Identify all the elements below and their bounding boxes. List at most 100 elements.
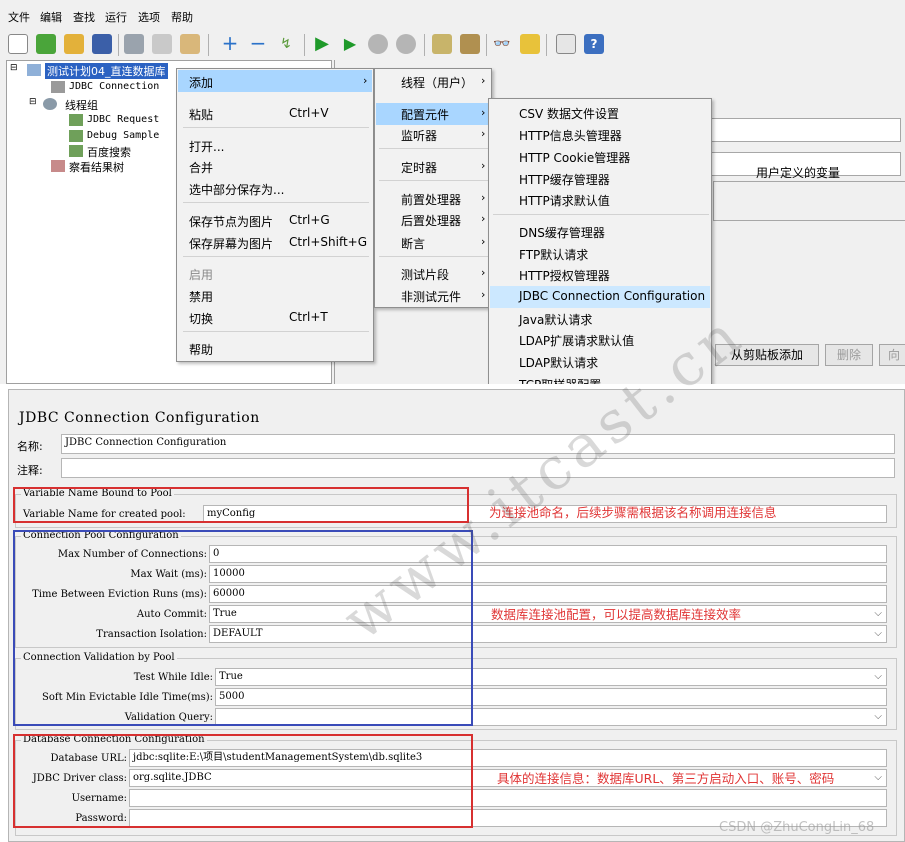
reset-search-icon[interactable]: [520, 34, 540, 54]
chevron-right-icon: ›: [481, 288, 486, 301]
thread-group-icon: [43, 98, 57, 110]
menu-item-merge[interactable]: 合并: [189, 159, 213, 176]
menu-item-toggle[interactable]: 切换: [189, 310, 213, 327]
menu-item-ldap-request-defaults[interactable]: LDAP默认请求: [519, 354, 598, 371]
menu-item-pre-processor[interactable]: 前置处理器: [401, 191, 461, 208]
collapse-toggle-icon[interactable]: ⊟: [29, 97, 37, 107]
menu-item-listener[interactable]: 监听器: [401, 127, 437, 144]
save-icon[interactable]: [92, 34, 112, 54]
shutdown-icon[interactable]: [396, 34, 416, 54]
csdn-watermark: CSDN @ZhuCongLin_68: [719, 820, 875, 835]
chevron-down-icon: ⌵: [874, 711, 882, 722]
name-field[interactable]: JDBC Connection Configuration: [61, 434, 895, 454]
toolbar: + − ↯ ▶ ▶ 👓 ?: [0, 28, 905, 60]
menu-item-timer[interactable]: 定时器: [401, 159, 437, 176]
cut-icon[interactable]: [124, 34, 144, 54]
menu-item-http-request-defaults[interactable]: HTTP请求默认值: [519, 192, 610, 209]
start-no-pause-icon[interactable]: ▶: [340, 34, 360, 54]
shortcut-save-node-image: Ctrl+G: [289, 213, 330, 227]
menu-run[interactable]: 运行: [105, 9, 127, 25]
clear-icon[interactable]: [432, 34, 452, 54]
menu-item-http-cache-manager[interactable]: HTTP缓存管理器: [519, 171, 610, 188]
menu-item-assertion[interactable]: 断言: [401, 235, 425, 252]
chevron-right-icon: ›: [481, 74, 486, 87]
context-menu: 添加 › 粘贴 Ctrl+V 打开... 合并 选中部分保存为... 保存节点为…: [176, 68, 374, 362]
menu-item-help[interactable]: 帮助: [189, 341, 213, 358]
start-icon[interactable]: ▶: [312, 34, 332, 54]
expand-icon[interactable]: +: [220, 33, 240, 54]
menu-bar: 文件 编辑 查找 运行 选项 帮助: [0, 0, 905, 26]
tree-node-baidu-search[interactable]: 百度搜索: [87, 144, 131, 160]
chevron-down-icon: ⌵: [874, 671, 882, 682]
menu-item-http-header-manager[interactable]: HTTP信息头管理器: [519, 127, 622, 144]
clear-all-icon[interactable]: [460, 34, 480, 54]
page-title: JDBC Connection Configuration: [19, 410, 260, 426]
menu-item-add[interactable]: 添加: [189, 74, 213, 91]
menu-options[interactable]: 选项: [138, 9, 160, 25]
paste-icon[interactable]: [180, 34, 200, 54]
menu-edit[interactable]: 编辑: [40, 9, 62, 25]
stop-icon[interactable]: [368, 34, 388, 54]
new-icon[interactable]: [8, 34, 28, 54]
menu-item-paste[interactable]: 粘贴: [189, 106, 213, 123]
help-icon[interactable]: ?: [584, 34, 604, 54]
function-helper-icon[interactable]: [556, 34, 576, 54]
udv-table-title: 用户定义的变量: [756, 166, 841, 180]
menu-item-disable[interactable]: 禁用: [189, 288, 213, 305]
pool-annotation-box: [13, 530, 473, 726]
chevron-right-icon: ›: [481, 159, 486, 172]
chevron-down-icon: ⌵: [874, 772, 882, 783]
chevron-right-icon: ›: [481, 212, 486, 225]
collapse-icon[interactable]: −: [248, 33, 268, 54]
menu-item-threads[interactable]: 线程（用户）: [401, 74, 473, 91]
menu-item-http-auth-manager[interactable]: HTTP授权管理器: [519, 267, 610, 284]
more-button[interactable]: 向: [879, 344, 905, 366]
tree-node-test-plan[interactable]: 测试计划04_直连数据库: [45, 63, 168, 79]
menu-item-http-cookie-manager[interactable]: HTTP Cookie管理器: [519, 149, 630, 166]
menu-item-config-element[interactable]: 配置元件: [401, 106, 449, 123]
menu-item-ldap-extended-defaults[interactable]: LDAP扩展请求默认值: [519, 332, 634, 349]
menu-item-save-selection[interactable]: 选中部分保存为...: [189, 181, 284, 198]
chevron-right-icon: ›: [481, 106, 486, 119]
udv-table-header: [713, 181, 905, 221]
shortcut-paste: Ctrl+V: [289, 106, 329, 120]
add-submenu: 线程（用户） › 配置元件 › 监听器 › 定时器 › 前置处理器 › 后置处理…: [374, 68, 492, 308]
chevron-down-icon: ⌵: [874, 628, 882, 639]
search-icon[interactable]: 👓: [492, 34, 512, 54]
menu-item-csv-data-set[interactable]: CSV 数据文件设置: [519, 105, 619, 122]
tree-node-jdbc-connection[interactable]: JDBC Connection: [69, 81, 159, 92]
templates-icon[interactable]: [36, 34, 56, 54]
menu-item-test-fragment[interactable]: 测试片段: [401, 266, 449, 283]
jdbc-config-screenshot: JDBC Connection Configuration 名称: JDBC C…: [8, 389, 905, 842]
menu-item-save-node-image[interactable]: 保存节点为图片: [189, 213, 273, 230]
toggle-icon[interactable]: ↯: [276, 34, 296, 54]
shortcut-save-screen-image: Ctrl+Shift+G: [289, 235, 368, 249]
name-annotation-box: [13, 487, 469, 523]
menu-item-jdbc-connection-configuration[interactable]: JDBC Connection Configuration: [519, 289, 705, 303]
open-icon[interactable]: [64, 34, 84, 54]
copy-icon[interactable]: [152, 34, 172, 54]
menu-item-enable[interactable]: 启用: [189, 266, 213, 283]
tree-node-jdbc-request[interactable]: JDBC Request: [87, 114, 159, 125]
menu-search[interactable]: 查找: [73, 9, 95, 25]
menu-item-open[interactable]: 打开...: [189, 138, 224, 155]
jmeter-context-menu-screenshot: 文件 编辑 查找 运行 选项 帮助 + − ↯ ▶ ▶ 👓 ? ⊟ 测试计划04…: [0, 0, 905, 384]
menu-file[interactable]: 文件: [8, 9, 30, 25]
menu-help[interactable]: 帮助: [171, 9, 193, 25]
chevron-right-icon: ›: [481, 266, 486, 279]
menu-item-save-screen-image[interactable]: 保存屏幕为图片: [189, 235, 273, 252]
add-from-clipboard-button[interactable]: 从剪贴板添加: [715, 344, 819, 366]
delete-button[interactable]: 删除: [825, 344, 873, 366]
collapse-toggle-icon[interactable]: ⊟: [10, 63, 18, 73]
tree-node-results-tree[interactable]: 察看结果树: [69, 159, 124, 175]
comment-field[interactable]: [61, 458, 895, 478]
menu-item-ftp-request-defaults[interactable]: FTP默认请求: [519, 246, 588, 263]
menu-item-non-test-element[interactable]: 非测试元件: [401, 288, 461, 305]
menu-item-post-processor[interactable]: 后置处理器: [401, 212, 461, 229]
tree-node-thread-group[interactable]: 线程组: [65, 97, 98, 113]
sampler-icon: [69, 130, 83, 142]
menu-item-tcp-sampler-config[interactable]: TCP取样器配置: [519, 376, 601, 384]
menu-item-dns-cache-manager[interactable]: DNS缓存管理器: [519, 224, 605, 241]
menu-item-java-request-defaults[interactable]: Java默认请求: [519, 311, 592, 328]
tree-node-debug-sampler[interactable]: Debug Sample: [87, 130, 159, 141]
